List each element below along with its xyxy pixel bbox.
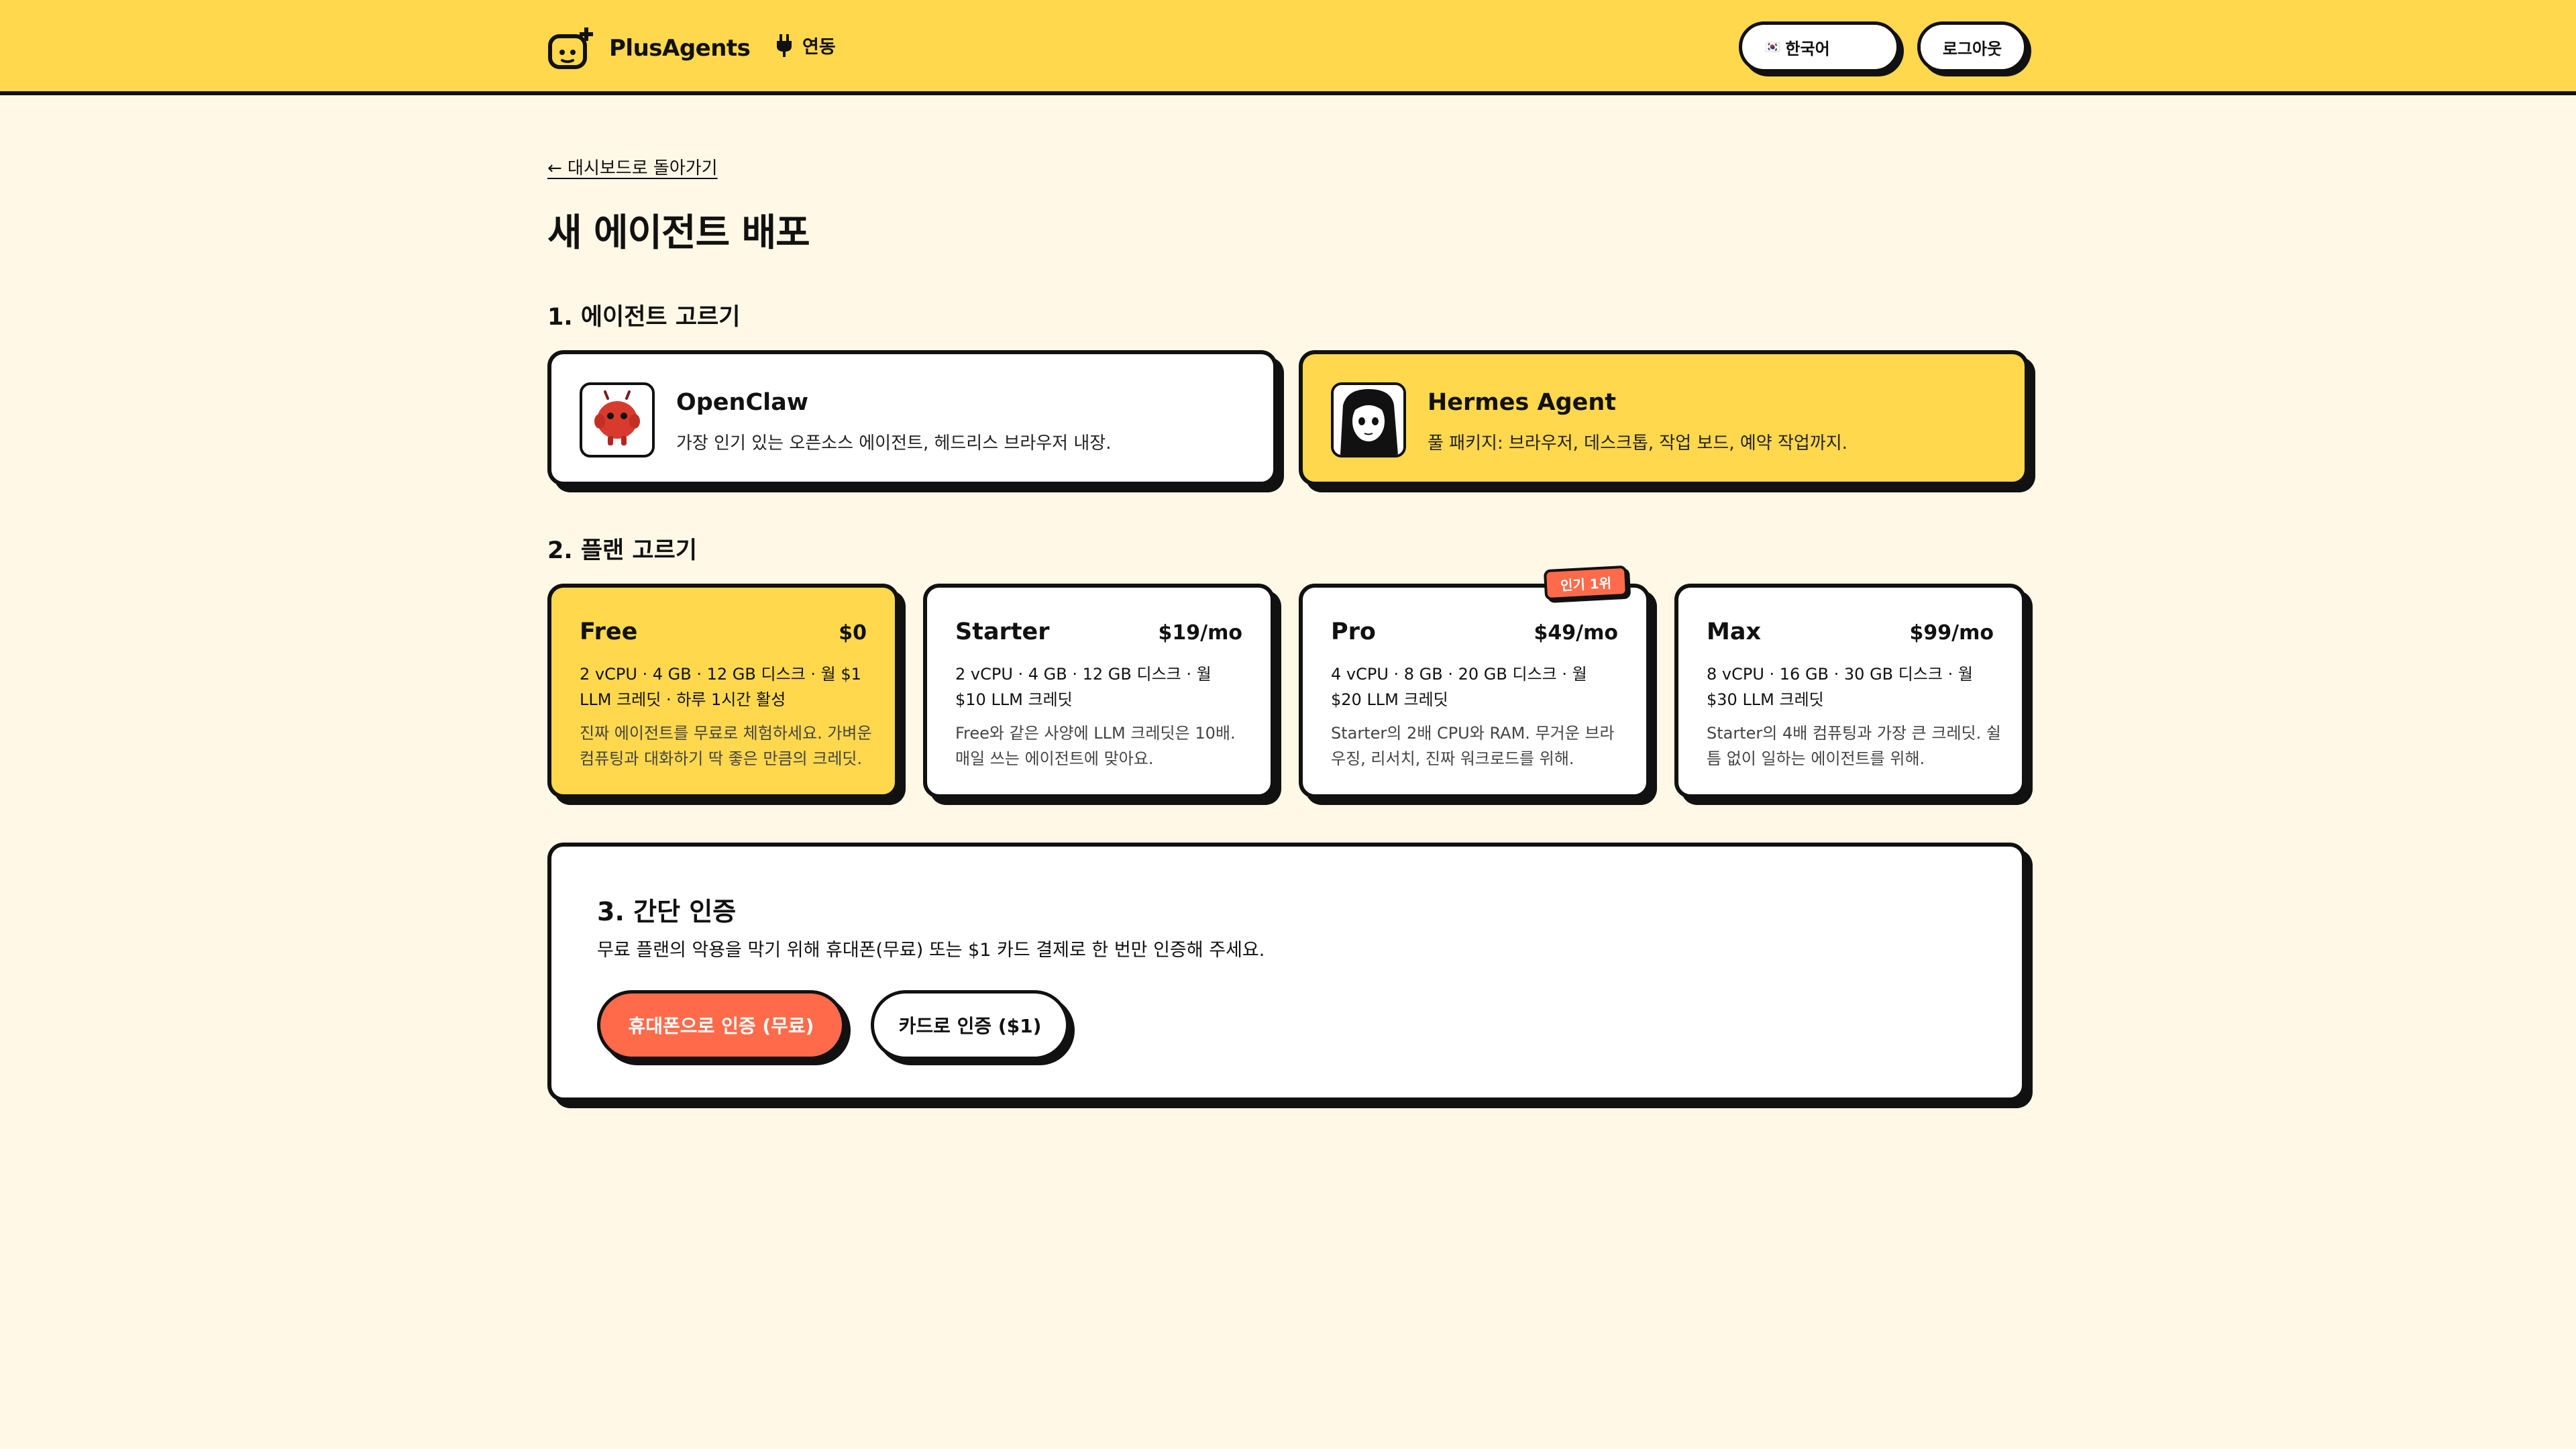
connect-label: 연동: [802, 37, 836, 58]
connect-link[interactable]: 연동: [775, 32, 836, 58]
plan-description: Free와 같은 사양에 LLM 크레딧은 10배. 매일 쓰는 에이전트에 맞…: [955, 724, 1236, 768]
plan-name: Max: [1707, 619, 1762, 645]
verify-card-button[interactable]: 카드로 인증 ($1): [871, 990, 1069, 1060]
manga-girl-icon: [1334, 385, 1403, 455]
language-select[interactable]: 🇰🇷 한국어: [1739, 21, 1900, 72]
plug-icon: [777, 34, 792, 57]
top-header: PlusAgents 연동 🇰🇷 한국어 로그아웃: [0, 0, 2576, 95]
agent-description: 풀 패키지: 브라우저, 데스크톱, 작업 보드, 예약 작업까지.: [1428, 433, 1847, 453]
back-to-dashboard-link[interactable]: ← 대시보드로 돌아가기: [547, 154, 718, 179]
agent-description: 가장 인기 있는 오픈소스 에이전트, 헤드리스 브라우저 내장.: [676, 433, 1112, 453]
plan-description: 진짜 에이전트를 무료로 체험하세요. 가벼운 컴퓨팅과 대화하기 딱 좋은 만…: [580, 724, 872, 768]
plan-price: $19/mo: [1158, 621, 1242, 645]
popular-badge: 인기 1위: [1543, 565, 1629, 601]
plan-specs: 8 vCPU · 16 GB · 30 GB 디스크 · 월 $30 LLM 크…: [1707, 665, 1973, 709]
plan-card-starter[interactable]: Starter $19/mo 2 vCPU · 4 GB · 12 GB 디스크…: [923, 584, 1275, 798]
red-creature-icon: [594, 390, 640, 445]
plan-name: Pro: [1331, 619, 1376, 645]
logout-button[interactable]: 로그아웃: [1917, 21, 2027, 72]
agent-name: Hermes Agent: [1428, 389, 1617, 416]
plan-price: $0: [839, 621, 867, 645]
page-title: 새 에이전트 배포: [547, 211, 810, 255]
korea-flag-icon: 🇰🇷: [1765, 40, 1780, 54]
plan-specs: 2 vCPU · 4 GB · 12 GB 디스크 · 월 $1 LLM 크레딧…: [580, 665, 861, 709]
verify-phone-button[interactable]: 휴대폰으로 인증 (무료): [597, 990, 845, 1060]
plan-price: $49/mo: [1534, 621, 1618, 645]
plan-description: Starter의 4배 컴퓨팅과 가장 큰 크레딧. 쉴 틈 없이 일하는 에이…: [1707, 724, 2001, 768]
section-title-verify: 3. 간단 인증: [597, 897, 737, 926]
agent-name: OpenClaw: [676, 389, 809, 416]
plan-description: Starter의 2배 CPU와 RAM. 무거운 브라우징, 리서치, 진짜 …: [1331, 724, 1615, 768]
verify-description: 무료 플랜의 악용을 막기 위해 휴대폰(무료) 또는 $1 카드 결제로 한 …: [597, 940, 1265, 961]
brand-logo[interactable]: PlusAgents: [547, 25, 751, 71]
plan-card-free[interactable]: Free $0 2 vCPU · 4 GB · 12 GB 디스크 · 월 $1…: [547, 584, 899, 798]
agent-card-hermes[interactable]: Hermes Agent 풀 패키지: 브라우저, 데스크톱, 작업 보드, 예…: [1299, 350, 2029, 486]
hermes-avatar: [1331, 382, 1406, 458]
plan-specs: 4 vCPU · 8 GB · 20 GB 디스크 · 월 $20 LLM 크레…: [1331, 665, 1587, 709]
plan-price: $99/mo: [1909, 621, 1994, 645]
plan-card-max[interactable]: Max $99/mo 8 vCPU · 16 GB · 30 GB 디스크 · …: [1674, 584, 2026, 798]
agent-card-openclaw[interactable]: OpenClaw 가장 인기 있는 오픈소스 에이전트, 헤드리스 브라우저 내…: [547, 350, 1277, 486]
openclaw-avatar: [580, 382, 655, 458]
plan-specs: 2 vCPU · 4 GB · 12 GB 디스크 · 월 $10 LLM 크레…: [955, 665, 1212, 709]
plan-card-pro[interactable]: Pro $49/mo 4 vCPU · 8 GB · 20 GB 디스크 · 월…: [1299, 584, 1650, 798]
plan-name: Starter: [955, 619, 1050, 645]
robot-logo-icon: [548, 28, 593, 69]
verification-panel: 3. 간단 인증 무료 플랜의 악용을 막기 위해 휴대폰(무료) 또는 $1 …: [547, 843, 2026, 1102]
plan-name: Free: [580, 619, 638, 645]
language-label: 한국어: [1785, 39, 1830, 58]
section-title-plan: 2. 플랜 고르기: [547, 537, 698, 564]
section-title-agent: 1. 에이전트 고르기: [547, 304, 741, 331]
brand-name: PlusAgents: [609, 35, 751, 62]
